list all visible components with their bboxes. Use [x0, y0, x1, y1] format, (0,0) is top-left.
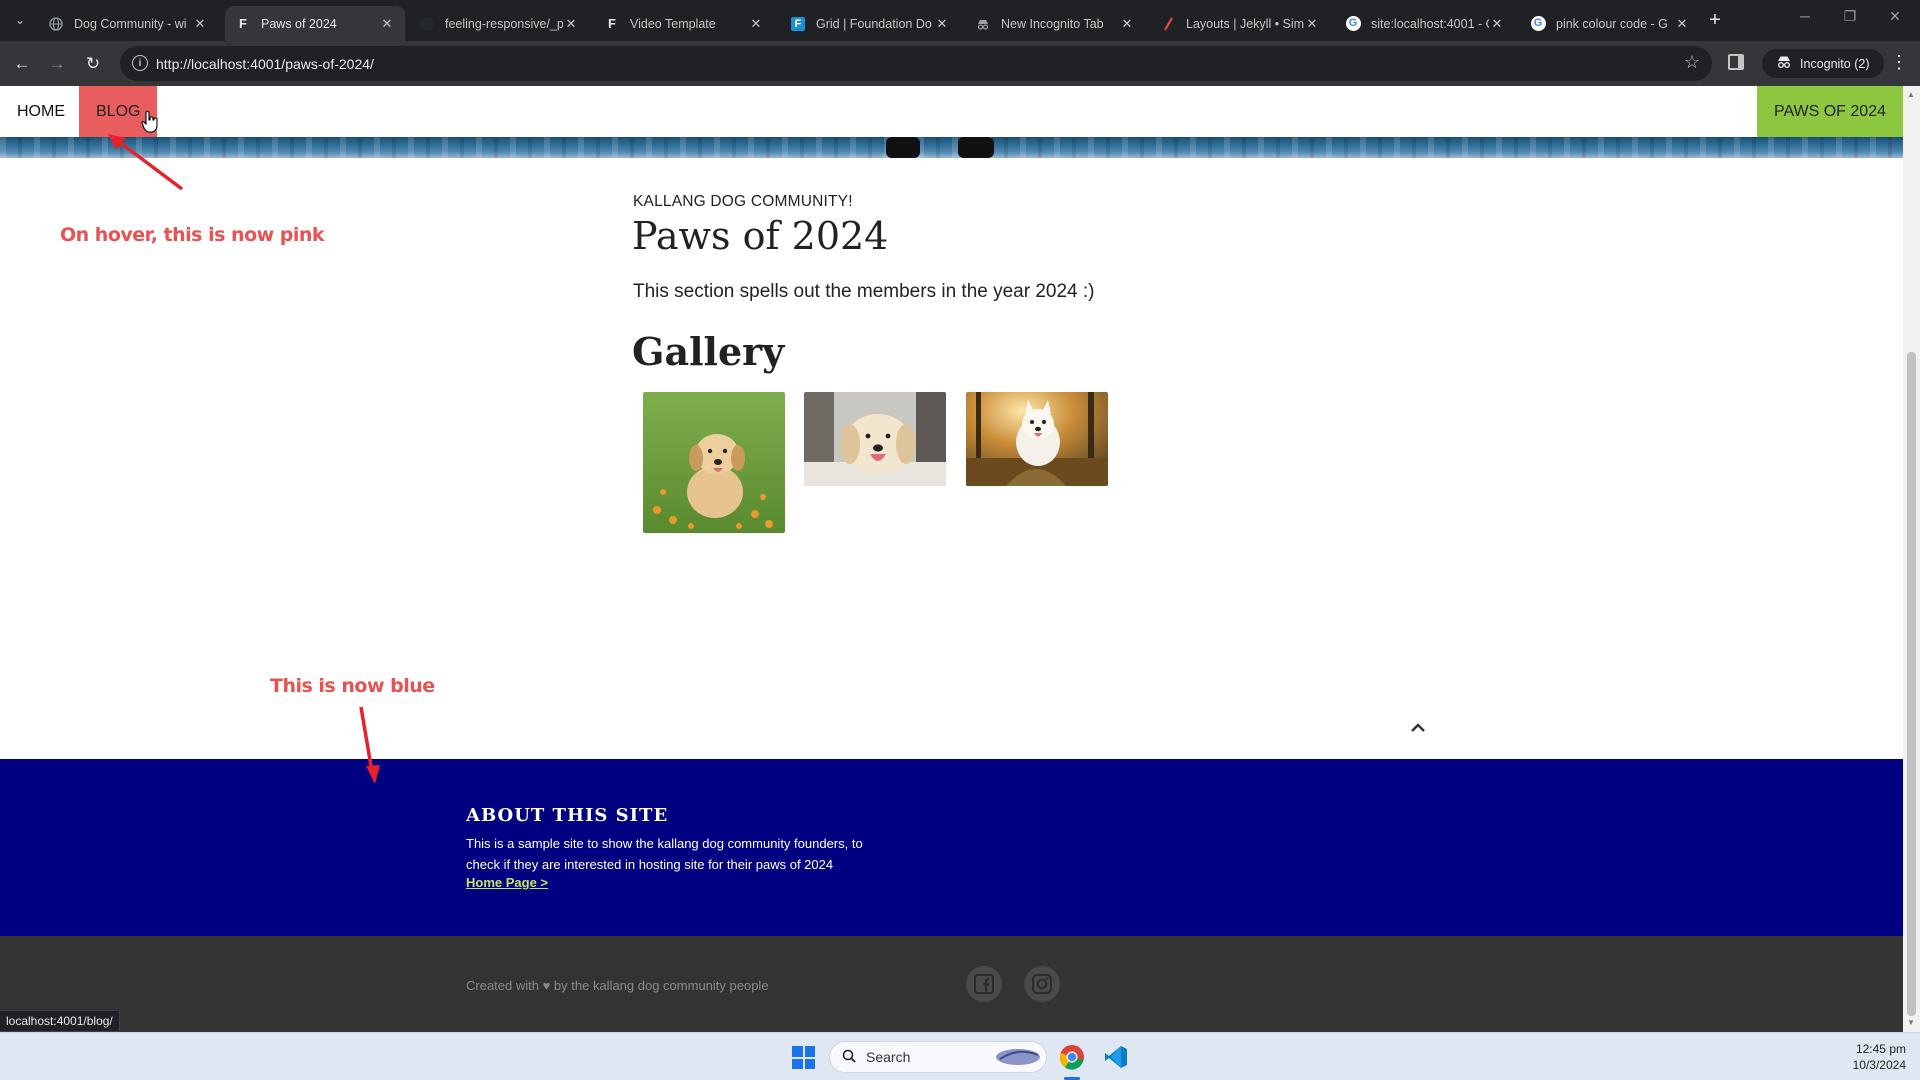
taskbar-search-box[interactable]: Search [829, 1041, 1047, 1073]
github-icon [419, 16, 435, 32]
taskbar-search-placeholder: Search [866, 1049, 911, 1065]
tab-close-icon[interactable]: ✕ [748, 16, 764, 32]
page-kicker: KALLANG DOG COMMUNITY! [633, 193, 853, 210]
side-panel-icon[interactable] [1728, 54, 1744, 70]
tab-strip: ⌄ Dog Community - wi ✕ F Paws of 2024 ✕ … [0, 0, 1920, 41]
tab-dog-community[interactable]: Dog Community - wi ✕ [38, 6, 218, 41]
site-info-icon[interactable]: i [132, 55, 148, 71]
foundation-logo-icon: F [790, 16, 806, 32]
tab-google-site-search[interactable]: G site:localhost:4001 - C ✕ [1335, 6, 1515, 41]
tab-pink-colour-code[interactable]: G pink colour code - G ✕ [1520, 6, 1700, 41]
tab-title: New Incognito Tab [1001, 16, 1104, 31]
tab-title: Grid | Foundation Do [816, 16, 932, 31]
google-icon: G [1345, 16, 1361, 32]
tab-title: feeling-responsive/_p [445, 16, 563, 31]
annotation-hover-pink: On hover, this is now pink [60, 224, 325, 246]
scroll-up-arrow-icon[interactable]: ▲ [1907, 90, 1915, 99]
window-close-icon[interactable]: ✕ [1883, 8, 1907, 25]
browser-menu-icon[interactable]: ⋮ [1890, 53, 1908, 71]
tab-paws-of-2024[interactable]: F Paws of 2024 ✕ [225, 6, 405, 41]
scrollbar-thumb[interactable] [1907, 352, 1916, 1016]
about-section: ABOUT THIS SITE This is a sample site to… [0, 759, 1903, 936]
google-icon: G [1530, 16, 1546, 32]
incognito-label: Incognito (2) [1800, 56, 1870, 71]
about-text: This is a sample site to show the kallan… [466, 836, 863, 872]
system-clock[interactable]: 12:45 pm 10/3/2024 [1853, 1041, 1906, 1073]
forward-arrow-icon[interactable]: → [44, 51, 70, 77]
footer-credit: Created with ♥ by the kallang dog commun… [466, 978, 769, 993]
globe-icon [48, 16, 64, 32]
url-text: http://localhost:4001/paws-of-2024/ [156, 55, 374, 72]
incognito-icon [1776, 55, 1792, 72]
tab-new-incognito[interactable]: New Incognito Tab ✕ [965, 6, 1145, 41]
windows-taskbar: Search 12:45 pm 10/3/2024 [0, 1032, 1920, 1080]
hand-cursor-icon [141, 111, 158, 133]
site-navigation: HOME BLOG PAWS OF 2024 [0, 86, 1903, 137]
annotation-now-blue: This is now blue [270, 675, 435, 697]
scroll-down-arrow-icon[interactable]: ▼ [1907, 1018, 1915, 1027]
about-heading: ABOUT THIS SITE [466, 805, 669, 826]
tab-close-icon[interactable]: ✕ [1674, 16, 1690, 32]
tab-title: pink colour code - G [1556, 16, 1668, 31]
windows-start-icon[interactable] [792, 1046, 815, 1069]
page-scrollbar[interactable]: ▲ ▼ [1903, 86, 1920, 1032]
tab-close-icon[interactable]: ✕ [1489, 16, 1505, 32]
tab-feeling-responsive[interactable]: feeling-responsive/_p ✕ [409, 6, 589, 41]
tab-close-icon[interactable]: ✕ [379, 16, 395, 32]
site-footer: Created with ♥ by the kallang dog commun… [0, 936, 1903, 1032]
gallery-thumb-puppy-in-grass[interactable] [643, 392, 785, 533]
scroll-to-top-chevron-icon[interactable] [1410, 720, 1426, 738]
tab-title: Dog Community - wi [74, 16, 187, 31]
search-icon [842, 1049, 856, 1066]
nav-home-link[interactable]: HOME [0, 86, 82, 137]
clock-date: 10/3/2024 [1852, 1058, 1906, 1072]
restore-icon[interactable]: ❐ [1838, 8, 1862, 25]
tab-title: Video Template [630, 16, 716, 31]
chrome-icon[interactable] [1056, 1041, 1088, 1073]
page-title: Paws of 2024 [632, 214, 889, 258]
search-highlight-image-icon [994, 1045, 1042, 1070]
hero-dog-silhouette [886, 137, 994, 158]
reload-icon[interactable]: ↻ [80, 51, 106, 77]
link-status-bar: localhost:4001/blog/ [0, 1010, 120, 1032]
page-description: This section spells out the members in t… [633, 281, 1095, 302]
minimize-icon[interactable]: ─ [1793, 8, 1817, 24]
tab-video-template[interactable]: F Video Template ✕ [594, 6, 774, 41]
browser-toolbar: ← → ↻ i http://localhost:4001/paws-of-20… [0, 41, 1920, 86]
tab-title: site:localhost:4001 - C [1371, 16, 1489, 31]
incognito-icon [975, 16, 991, 32]
gallery-title: Gallery [632, 329, 785, 374]
gallery-thumb-golden-retriever-snow[interactable] [804, 392, 946, 486]
address-bar[interactable]: i http://localhost:4001/paws-of-2024/ ☆ [120, 46, 1712, 81]
nav-paws-of-2024-link[interactable]: PAWS OF 2024 [1756, 86, 1903, 137]
instagram-icon[interactable] [1024, 966, 1060, 1002]
back-arrow-icon[interactable]: ← [9, 51, 35, 77]
tab-close-icon[interactable]: ✕ [563, 16, 579, 32]
bookmark-star-icon[interactable]: ☆ [1684, 52, 1700, 73]
home-page-link[interactable]: Home Page > [466, 875, 548, 890]
tab-title: Paws of 2024 [261, 16, 337, 31]
tab-close-icon[interactable]: ✕ [1119, 16, 1135, 32]
gallery-thumb-samoyed-running[interactable] [966, 392, 1108, 486]
incognito-profile-button[interactable]: Incognito (2) [1762, 49, 1884, 78]
tab-jekyll-layouts[interactable]: Layouts | Jekyll • Sim ✕ [1150, 6, 1330, 41]
hero-image-strip [0, 137, 1903, 158]
f-logo-icon: F [239, 16, 247, 31]
jekyll-icon [1160, 16, 1176, 32]
tab-close-icon[interactable]: ✕ [934, 16, 950, 32]
f-logo-icon: F [608, 16, 616, 31]
tab-close-icon[interactable]: ✕ [1304, 16, 1320, 32]
tab-title: Layouts | Jekyll • Sim [1186, 16, 1304, 31]
new-tab-button[interactable]: + [1703, 8, 1727, 32]
clock-time: 12:45 pm [1855, 1042, 1906, 1056]
vscode-icon[interactable] [1100, 1041, 1132, 1073]
facebook-icon[interactable] [966, 966, 1002, 1002]
tab-foundation-grid[interactable]: F Grid | Foundation Do ✕ [780, 6, 960, 41]
tab-close-icon[interactable]: ✕ [192, 16, 208, 32]
tab-search-chevron-icon[interactable]: ⌄ [8, 8, 32, 32]
